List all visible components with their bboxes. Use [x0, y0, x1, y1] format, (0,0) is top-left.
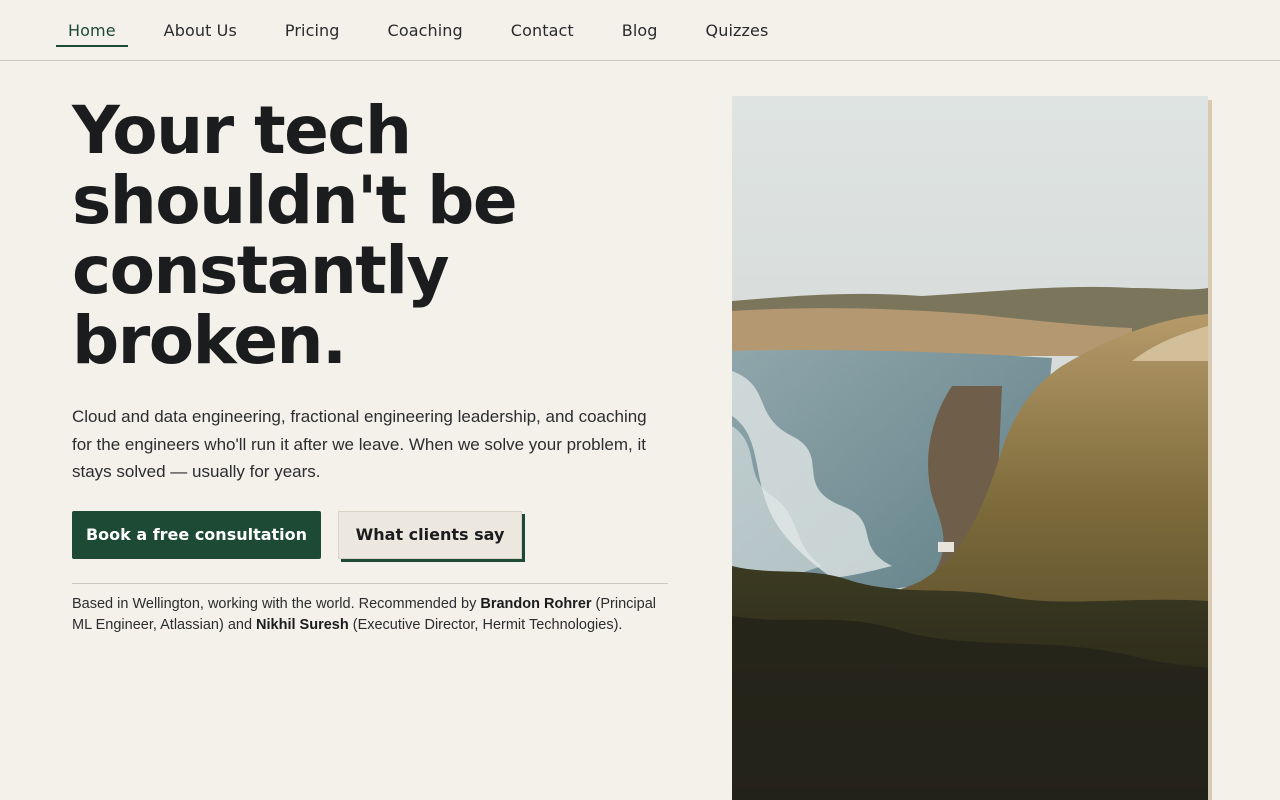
footnote-prefix: Based in Wellington, working with the wo…: [72, 595, 481, 612]
top-navigation: Home About Us Pricing Coaching Contact B…: [0, 0, 1280, 61]
book-consultation-button[interactable]: Book a free consultation: [72, 510, 321, 559]
headline-line: Your tech: [72, 92, 412, 169]
recommender-role: (Executive Director, Hermit Technologies…: [348, 617, 623, 633]
hero-lede: Cloud and data engineering, fractional e…: [72, 407, 647, 481]
cta-row: Book a free consultation What clients sa…: [72, 510, 672, 559]
nav-item-blog[interactable]: Blog: [610, 0, 670, 60]
divider: [72, 582, 668, 584]
beach-house: [938, 542, 954, 552]
recommender-name: Brandon Rohrer: [480, 595, 592, 612]
coastline-illustration: [732, 96, 1208, 800]
hero-headline: Your tech shouldn't be constantly broken…: [72, 96, 632, 376]
nav-item-quizzes[interactable]: Quizzes: [694, 0, 781, 60]
what-clients-say-button[interactable]: What clients say: [338, 510, 522, 559]
hero-section: Your tech shouldn't be constantly broken…: [72, 96, 672, 637]
nav-menu: Home About Us Pricing Coaching Contact B…: [56, 0, 804, 60]
hero-coastline-photo: [732, 96, 1208, 800]
headline-line: broken.: [72, 302, 347, 379]
headline-line: shouldn't be: [72, 162, 518, 239]
headline-line: constantly: [72, 232, 450, 309]
nav-item-coaching[interactable]: Coaching: [376, 0, 475, 60]
nav-item-about-us[interactable]: About Us: [152, 0, 249, 60]
recommender-name: Nikhil Suresh: [256, 617, 349, 633]
nav-item-contact[interactable]: Contact: [499, 0, 586, 60]
nav-item-home[interactable]: Home: [56, 0, 128, 60]
nav-item-pricing[interactable]: Pricing: [273, 0, 352, 60]
recommendation-footnote: Based in Wellington, working with the wo…: [72, 594, 668, 637]
